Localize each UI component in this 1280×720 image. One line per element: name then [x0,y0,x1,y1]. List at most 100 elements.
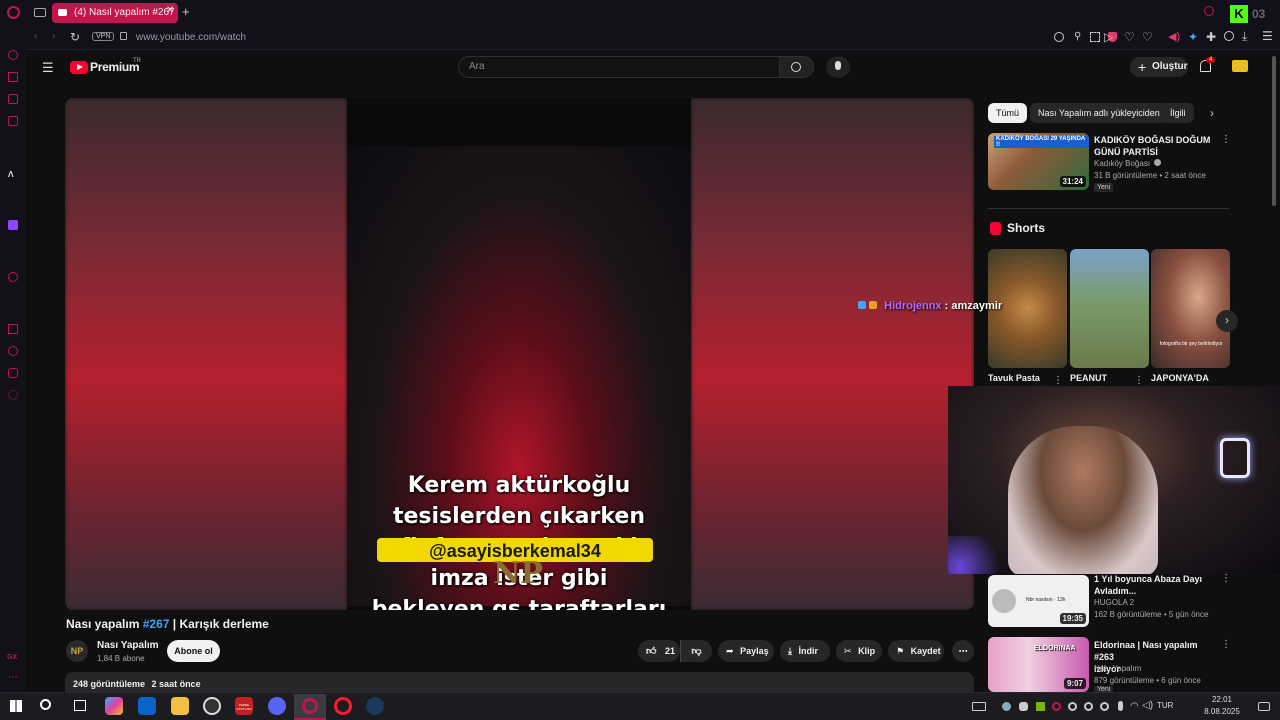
volume-icon[interactable]: ◀) [1168,30,1180,43]
video-player[interactable]: Kerem aktürkoğlu tesislerden çıkarken fb… [65,98,974,610]
tray-record-icon[interactable] [1068,702,1077,711]
channel-avatar[interactable]: NP [66,640,88,662]
chip-uploader[interactable]: Nası Yapalım adlı yükleyiciden [1030,103,1168,123]
tray-steam-icon[interactable] [1002,702,1011,711]
pin-icon[interactable]: ⚲ [1074,31,1081,42]
outlook-icon[interactable] [138,697,156,715]
tray-opera-icon[interactable] [1052,702,1061,711]
download-icon[interactable]: ⤓ [1242,29,1247,44]
recommendation-title[interactable]: KADIKÖY BOĞASI DOĞUM GÜNÜ PARTİSİ [1094,134,1214,158]
hamburger-menu-icon[interactable]: ☰ [42,60,54,76]
copilot-icon[interactable] [105,697,123,715]
forward-icon[interactable]: › [52,31,55,42]
subscribe-button[interactable]: Abone ol [167,640,220,662]
chips-next-icon[interactable]: › [1210,106,1214,120]
back-icon[interactable]: ‹ [34,31,37,42]
obs-icon[interactable] [203,697,221,715]
recommendation-thumbnail[interactable]: KADIKÖY BOĞASI 29 YAŞINDA !! 31:24 [988,133,1089,190]
page-scrollbar[interactable] [1272,56,1276,206]
tray-nvidia-icon[interactable] [1036,702,1045,711]
kebab-menu-icon[interactable]: ⋮ [1221,134,1231,145]
short-title[interactable]: PEANUT [1070,373,1107,383]
menu-icon[interactable]: ☰ [1262,29,1273,43]
aria-icon[interactable]: ✦ [1188,30,1198,44]
search-tabs-icon[interactable] [1204,6,1214,16]
chip-all[interactable]: Tümü [988,103,1028,123]
share-button[interactable]: ➦ Paylaş [718,640,774,662]
recommendation-thumbnail[interactable]: Nbr nasılsın · 13h 19:35 [988,575,1089,627]
bookmark-heart-icon[interactable]: ♡ [1124,30,1135,44]
more-actions-button[interactable]: ⋯ [952,640,974,662]
start-windows-icon[interactable] [10,700,22,712]
dislike-button[interactable]: 👎︎ [680,640,712,662]
tab-switcher-icon[interactable] [34,8,46,17]
more-icon[interactable]: ⋯ [8,672,18,683]
history-icon[interactable] [8,324,18,334]
tray-wifi-icon[interactable]: ◠ [1130,701,1139,712]
gx-corner-icon[interactable] [8,72,18,82]
save-button[interactable]: ⚑ Kaydet [888,640,944,662]
tray-mic-icon[interactable] [1118,701,1123,711]
search-input[interactable]: Ara [458,56,780,78]
new-tab-button[interactable]: + [182,4,190,19]
chip-related[interactable]: İlgili [1162,103,1194,123]
search-button[interactable] [780,56,814,78]
gx-news-icon[interactable] [8,94,18,104]
create-button[interactable]: + Oluştur [1130,57,1188,77]
shorts-next-button[interactable]: › [1216,310,1238,332]
kebab-menu-icon[interactable]: ⋮ [1134,375,1144,386]
input-language[interactable]: TUR [1157,701,1173,710]
download-button[interactable]: ⤓ İndir [780,640,830,662]
file-explorer-icon[interactable] [171,697,189,715]
short-title[interactable]: Tavuk Pasta [988,373,1040,383]
short-title[interactable]: JAPONYA'DA [1151,373,1209,383]
tray-vpn-icon[interactable] [1084,702,1093,711]
aria-sidebar-icon[interactable]: ʌ [8,168,14,180]
clip-button[interactable]: ✂ Klip [836,640,882,662]
gx-control-icon[interactable] [8,50,18,60]
search-icon[interactable] [40,699,51,710]
kebab-menu-icon[interactable]: ⋮ [1053,375,1063,386]
system-clock[interactable]: 22:01 8.08.2025 [1196,694,1248,718]
opera-icon[interactable] [334,697,352,715]
voice-search-button[interactable] [826,56,850,78]
tray-discord-icon[interactable] [1019,702,1028,711]
notification-center-icon[interactable] [1258,702,1270,711]
extensions-sidebar-icon[interactable] [8,368,18,378]
reload-icon[interactable]: ↻ [70,30,80,44]
kebab-menu-icon[interactable]: ⋮ [1221,573,1231,584]
app-badge-icon[interactable]: PERDE KAYITLARI [235,697,253,715]
vpn-badge[interactable]: VPN [92,32,115,41]
extensions-icon[interactable]: ✚ [1206,30,1216,44]
tray-keyboard-icon[interactable] [972,702,986,711]
play-icon[interactable]: ▷ [1104,30,1113,44]
like-button[interactable]: 👍︎ 21 [638,640,680,662]
heart-icon[interactable]: ♡ [1142,30,1153,44]
recommendation-title[interactable]: 1 Yıl boyunca Abaza Dayı Avladım... [1094,573,1214,597]
account-avatar[interactable] [1232,60,1248,72]
tab-close-icon[interactable]: ✕ [166,5,174,16]
recommendation-thumbnail[interactable]: ELDORINAA 9:07 [988,637,1089,692]
settings-icon[interactable] [8,390,18,400]
zoom-icon[interactable] [1054,32,1064,42]
description-box[interactable]: 248 görüntüleme 2 saat önce [65,672,974,694]
short-thumbnail[interactable] [1070,249,1149,368]
tray-volume-icon[interactable]: ◁) [1142,700,1153,711]
music-player-icon[interactable] [8,272,18,282]
tray-app-icon[interactable] [1100,702,1109,711]
gx-mail-icon[interactable] [8,116,18,126]
title-hashtag[interactable]: #267 [143,617,170,631]
channel-name[interactable]: Nası Yapalım [97,640,159,651]
clock-icon[interactable] [8,346,18,356]
tab-active[interactable]: (4) Nasıl yapalım #267 [52,3,178,23]
steam-icon[interactable] [366,697,384,715]
snapshot-icon[interactable] [1090,32,1100,42]
task-view-icon[interactable] [74,700,86,711]
opera-gx-taskbar-button[interactable] [294,694,326,720]
kebab-menu-icon[interactable]: ⋮ [1221,639,1231,650]
url-text[interactable]: www.youtube.com/watch [136,32,246,43]
discord-icon[interactable] [268,697,286,715]
twitch-icon[interactable] [8,220,18,230]
opera-gx-logo-icon[interactable] [7,6,20,19]
short-thumbnail[interactable]: fotografta bir şey belirlediyor [1151,249,1230,368]
